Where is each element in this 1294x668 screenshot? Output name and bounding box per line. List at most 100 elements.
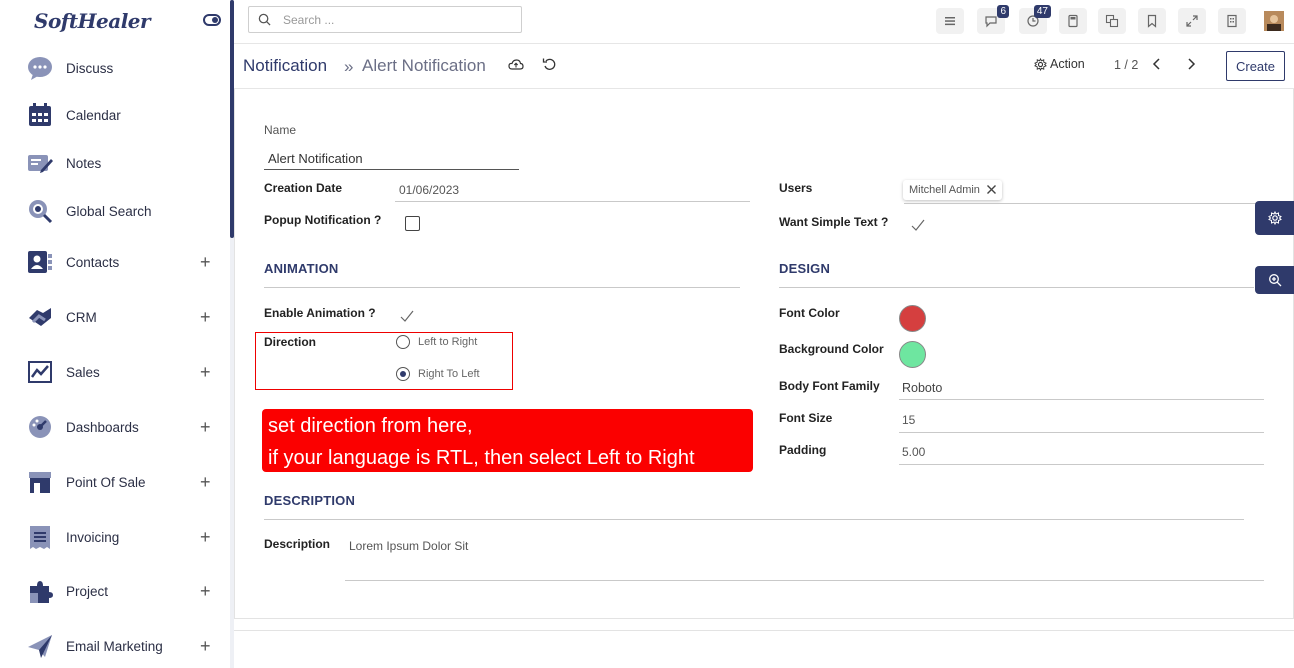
sidebar-item-contacts[interactable]: Contacts + xyxy=(0,245,230,279)
background-color-swatch[interactable] xyxy=(899,341,926,368)
font-size-field[interactable]: 15 xyxy=(902,413,915,427)
activities-button[interactable]: 47 xyxy=(1019,5,1051,34)
animation-section-divider xyxy=(264,287,740,288)
project-icon xyxy=(30,581,53,603)
checkmark-icon[interactable] xyxy=(910,218,926,232)
sidebar-item-label: Global Search xyxy=(66,203,152,219)
expand-plus-icon[interactable]: + xyxy=(200,308,211,326)
action-label: Action xyxy=(1050,57,1085,71)
radio-right-to-left[interactable] xyxy=(396,367,410,381)
softhealer-logo[interactable]: SoftHealer xyxy=(34,9,151,33)
chat-icon xyxy=(985,16,997,28)
checkmark-icon[interactable] xyxy=(399,309,415,323)
expand-plus-icon[interactable]: + xyxy=(200,418,211,436)
sidebar-item-project[interactable]: Project + xyxy=(0,574,230,608)
name-label: Name xyxy=(264,123,297,137)
notes-icon xyxy=(28,155,53,173)
font-size-label: Font Size xyxy=(779,411,833,425)
expand-plus-icon[interactable]: + xyxy=(200,528,211,546)
users-underline xyxy=(904,203,1264,204)
sidebar-item-label: Email Marketing xyxy=(66,638,163,654)
bookmark-button[interactable] xyxy=(1138,8,1166,34)
settings-float-button[interactable] xyxy=(1255,201,1294,235)
expand-plus-icon[interactable]: + xyxy=(200,637,211,655)
messages-button[interactable]: 6 xyxy=(977,5,1009,34)
sidebar-item-label: Point Of Sale xyxy=(66,474,146,490)
invoicing-icon xyxy=(30,526,50,549)
name-input[interactable]: Alert Notification xyxy=(268,151,363,166)
description-field[interactable]: Lorem Ipsum Dolor Sit xyxy=(349,539,468,553)
translate-icon xyxy=(1105,14,1119,28)
language-button[interactable] xyxy=(1098,8,1126,34)
divider xyxy=(234,630,1294,631)
sidebar-item-crm[interactable]: CRM + xyxy=(0,300,230,334)
radio-label-left-to-right: Left to Right xyxy=(418,336,478,348)
search-input[interactable] xyxy=(283,10,513,29)
sidebar-item-dashboards[interactable]: Dashboards + xyxy=(0,410,230,444)
contacts-icon xyxy=(28,251,52,273)
expand-plus-icon[interactable]: + xyxy=(200,253,211,271)
discuss-icon xyxy=(28,57,52,80)
sidebar: SoftHealer Discuss Calendar Notes Global… xyxy=(0,0,230,668)
sidebar-toggle-icon[interactable] xyxy=(203,14,221,26)
creation-date-field[interactable]: 01/06/2023 xyxy=(399,183,459,197)
padding-field[interactable]: 5.00 xyxy=(902,445,925,459)
callout-line-1: set direction from here, xyxy=(268,415,473,437)
expand-plus-icon[interactable]: + xyxy=(200,473,211,491)
expand-plus-icon[interactable]: + xyxy=(200,363,211,381)
popup-notification-checkbox[interactable] xyxy=(405,216,420,231)
calculator-button[interactable] xyxy=(1059,8,1087,34)
point-of-sale-icon xyxy=(29,472,51,493)
calendar-icon xyxy=(29,103,51,126)
dashboards-icon xyxy=(29,416,51,438)
breadcrumb-separator: » xyxy=(344,57,354,76)
user-avatar-button[interactable] xyxy=(1260,8,1288,34)
sidebar-item-discuss[interactable]: Discuss xyxy=(0,51,230,85)
activities-badge: 47 xyxy=(1033,5,1051,18)
sidebar-item-invoicing[interactable]: Invoicing + xyxy=(0,520,230,554)
simple-text-label: Want Simple Text ? xyxy=(779,215,889,229)
company-button[interactable] xyxy=(1218,8,1246,34)
sidebar-item-label: Contacts xyxy=(66,254,120,270)
zoom-in-icon xyxy=(1269,274,1282,287)
radio-label-right-to-left: Right To Left xyxy=(418,368,480,380)
description-underline xyxy=(345,580,1264,581)
breadcrumb-root-link[interactable]: Notification xyxy=(243,56,327,76)
create-button[interactable]: Create xyxy=(1226,51,1285,81)
sidebar-item-calendar[interactable]: Calendar xyxy=(0,98,230,132)
fullscreen-button[interactable] xyxy=(1178,8,1206,34)
radio-left-to-right[interactable] xyxy=(396,335,410,349)
sidebar-item-email-marketing[interactable]: Email Marketing + xyxy=(0,629,230,663)
background-color-label: Background Color xyxy=(779,342,884,356)
save-cloud-icon[interactable] xyxy=(508,58,524,72)
users-label: Users xyxy=(779,181,813,195)
font-color-swatch[interactable] xyxy=(899,305,926,332)
search-icon xyxy=(258,13,271,26)
sidebar-item-label: Invoicing xyxy=(66,529,120,545)
expand-icon xyxy=(1186,15,1198,27)
sidebar-item-global-search[interactable]: Global Search xyxy=(0,194,230,228)
zoom-float-button[interactable] xyxy=(1255,266,1294,294)
design-section-divider xyxy=(779,287,1254,288)
discard-undo-icon[interactable] xyxy=(542,57,556,71)
action-dropdown-button[interactable]: Action xyxy=(1034,57,1085,71)
search-box[interactable] xyxy=(248,6,522,33)
sidebar-item-notes[interactable]: Notes xyxy=(0,146,230,180)
body-font-family-label: Body Font Family xyxy=(779,379,880,393)
body-font-family-field[interactable]: Roboto xyxy=(902,381,942,395)
padding-label: Padding xyxy=(779,443,827,457)
sales-icon xyxy=(28,361,52,383)
expand-plus-icon[interactable]: + xyxy=(200,582,211,600)
calculator-icon xyxy=(1068,14,1078,28)
font-color-label: Font Color xyxy=(779,306,840,320)
pager-value[interactable]: 1 / 2 xyxy=(1114,58,1138,72)
sidebar-item-label: Sales xyxy=(66,364,100,380)
sidebar-item-sales[interactable]: Sales + xyxy=(0,355,230,389)
popup-notification-label: Popup Notification ? xyxy=(264,213,382,227)
list-settings-button[interactable] xyxy=(936,8,964,34)
chevron-right-icon[interactable] xyxy=(1184,56,1198,72)
chevron-left-icon[interactable] xyxy=(1150,56,1164,72)
enable-animation-label: Enable Animation ? xyxy=(264,306,376,320)
sidebar-item-point-of-sale[interactable]: Point Of Sale + xyxy=(0,465,230,499)
close-icon[interactable] xyxy=(986,184,997,195)
